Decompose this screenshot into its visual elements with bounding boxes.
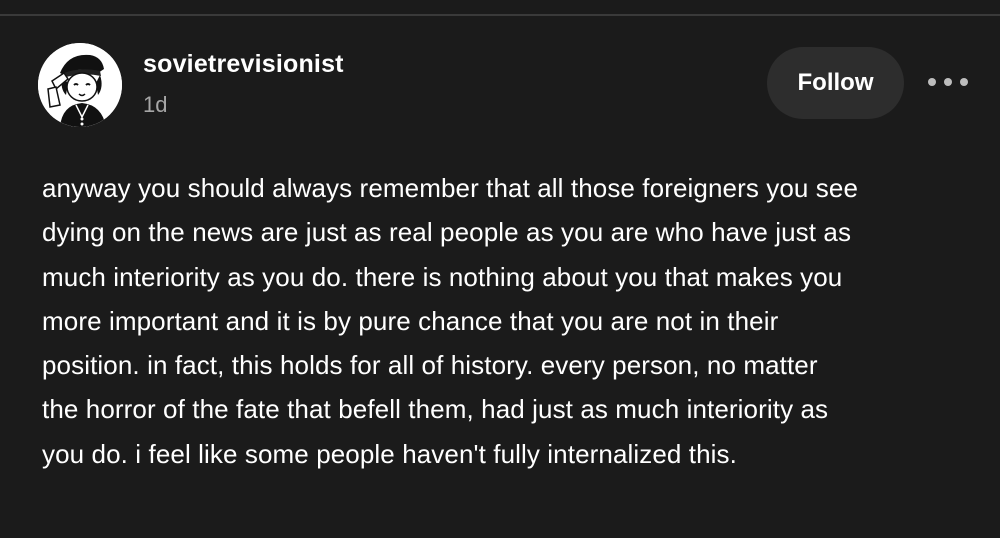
more-options-icon[interactable] <box>928 68 968 96</box>
page: sovietrevisionist 1d Follow anyway you s… <box>0 0 1000 538</box>
more-dot <box>960 78 968 86</box>
post-body-line: much interiority as you do. there is not… <box>42 261 843 292</box>
post-body-line: anyway you should always remember that a… <box>42 173 859 203</box>
avatar[interactable] <box>38 43 122 127</box>
post-body-line: the horror of the fate that befell them,… <box>42 394 829 425</box>
post-body-line: you do. i feel like some people haven't … <box>42 438 737 469</box>
more-dot <box>944 78 952 86</box>
post-body: anyway you should always remember that a… <box>42 166 972 476</box>
author-username[interactable]: sovietrevisionist <box>143 50 344 79</box>
post-body-line: more important and it is by pure chance … <box>42 305 779 336</box>
post-body-line: position. in fact, this holds for all of… <box>42 350 818 381</box>
avatar-icon <box>38 43 122 127</box>
post-body-line: dying on the news are just as real peopl… <box>42 217 852 248</box>
more-dot <box>928 78 936 86</box>
post-card: sovietrevisionist 1d Follow anyway you s… <box>0 16 1000 538</box>
post-timestamp[interactable]: 1d <box>143 92 167 118</box>
follow-button[interactable]: Follow <box>767 47 904 119</box>
